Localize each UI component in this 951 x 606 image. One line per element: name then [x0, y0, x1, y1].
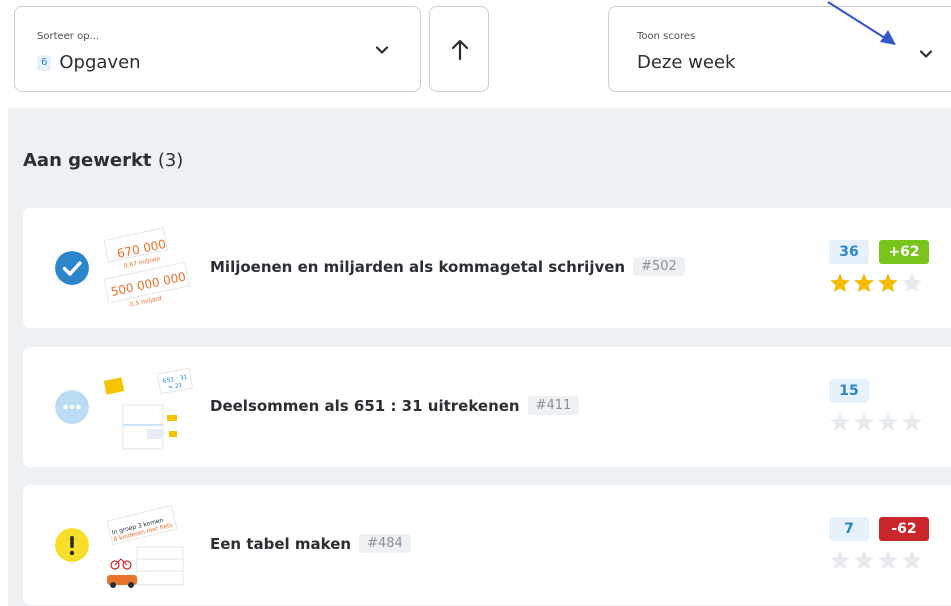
score-row: 7 -62: [829, 517, 929, 541]
score-delta-badge: -62: [879, 517, 929, 541]
sort-select-value: 6 Opgaven: [37, 52, 141, 73]
exercise-title: Deelsommen als 651 : 31 uitrekenen #411: [210, 396, 580, 415]
sort-direction-button[interactable]: [429, 6, 489, 92]
sort-value-text: Opgaven: [59, 52, 141, 73]
section-title: Aan gewerkt (3): [23, 150, 183, 171]
ellipsis-circle-icon: [55, 390, 89, 424]
scores-select-value: Deze week: [637, 52, 735, 73]
check-circle-icon: [55, 251, 89, 285]
star-icon: [830, 412, 850, 431]
scores-select[interactable]: Toon scores Deze week: [608, 6, 951, 92]
star-icon: [902, 273, 922, 292]
thumbnail-image: 670 000 0,67 miljoen 500 000 000 0,5 mil…: [103, 227, 190, 308]
exercise-title: Miljoenen en miljarden als kommagetal sc…: [210, 257, 685, 276]
toolbar: Sorteer op... 6 Opgaven Toon scores Deze…: [0, 0, 951, 108]
exercise-id: #484: [359, 534, 411, 553]
exercise-thumbnail: In groep 3 komen 8 kinderen met fiets: [103, 503, 193, 589]
exercise-id: #502: [633, 257, 685, 276]
thumbnail-image: In groep 3 komen 8 kinderen met fiets: [106, 504, 184, 588]
thumbnail-image: 651 : 31 = 21: [103, 367, 194, 450]
score-delta-badge: +62: [879, 240, 929, 264]
sort-count-badge: 6: [37, 54, 52, 71]
star-rating: [829, 411, 923, 433]
star-icon: [878, 273, 898, 292]
star-icon: [878, 412, 898, 431]
score-value: 15: [829, 379, 869, 403]
star-icon: [830, 550, 850, 569]
exercise-thumbnail: 670 000 0,67 miljoen 500 000 000 0,5 mil…: [103, 226, 193, 312]
star-icon: [878, 550, 898, 569]
exercise-card[interactable]: In groep 3 komen 8 kinderen met fiets Ee…: [23, 485, 951, 605]
star-icon: [902, 412, 922, 431]
score-value: 7: [829, 517, 869, 541]
exercise-title-text: Een tabel maken: [210, 534, 352, 553]
exercise-card[interactable]: 651 : 31 = 21 Deelsommen als 651 : 31 ui…: [23, 347, 951, 467]
star-rating: [829, 272, 923, 294]
star-icon: [830, 273, 850, 292]
star-rating: [829, 549, 923, 571]
exercise-id: #411: [527, 396, 580, 415]
star-icon: [854, 412, 874, 431]
exercise-list-area: Aan gewerkt (3) 670 000 0,67 miljoen 500…: [8, 108, 951, 606]
section-title-text: Aan gewerkt: [23, 150, 152, 171]
exercise-card[interactable]: 670 000 0,67 miljoen 500 000 000 0,5 mil…: [23, 208, 951, 328]
section-count: (3): [157, 150, 184, 171]
exclamation-circle-icon: [55, 528, 89, 562]
exercise-title-text: Deelsommen als 651 : 31 uitrekenen: [210, 396, 520, 415]
score-row: 36 +62: [829, 240, 929, 264]
arrow-up-icon: [451, 39, 469, 61]
sort-select-label: Sorteer op...: [37, 31, 100, 42]
star-icon: [854, 273, 874, 292]
score-value: 36: [829, 240, 869, 264]
exercise-thumbnail: 651 : 31 = 21: [103, 365, 194, 451]
exercise-title: Een tabel maken #484: [210, 534, 411, 553]
sort-select[interactable]: Sorteer op... 6 Opgaven: [14, 6, 421, 92]
scores-value-text: Deze week: [637, 52, 736, 73]
scores-select-label: Toon scores: [637, 31, 696, 42]
star-icon: [854, 550, 874, 569]
star-icon: [902, 550, 922, 569]
score-row: 15: [829, 379, 869, 403]
exercise-title-text: Miljoenen en miljarden als kommagetal sc…: [210, 257, 626, 276]
chevron-down-icon: [375, 46, 389, 54]
chevron-down-icon: [919, 50, 933, 58]
